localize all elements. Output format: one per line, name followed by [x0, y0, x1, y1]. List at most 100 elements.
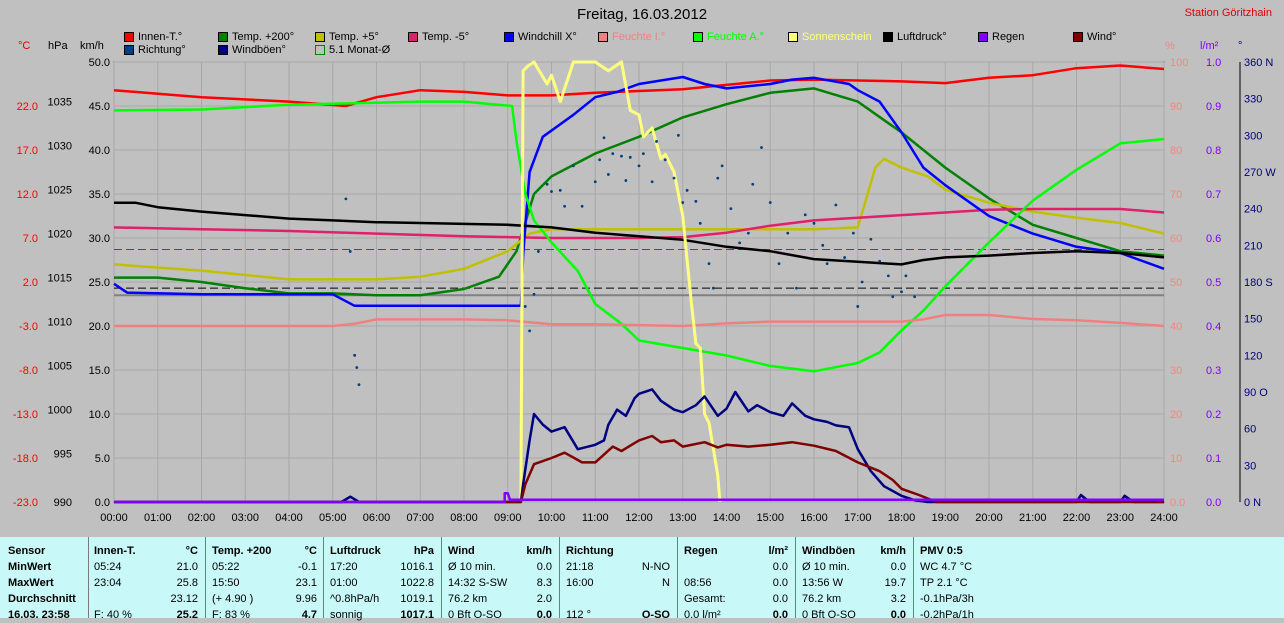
rain-axis-unit: l/m² [1200, 40, 1219, 52]
stats-time: 112 ° [566, 609, 591, 621]
series-richtung-point [886, 274, 890, 278]
direction-tick-label: 360 N [1244, 57, 1273, 69]
humidity-tick-label: 10 [1170, 453, 1182, 465]
humidity-tick-label: 30 [1170, 365, 1182, 377]
stats-divider [795, 537, 796, 618]
series-richtung-point [803, 213, 807, 217]
series-richtung-point [606, 173, 610, 176]
stats-value: N [662, 577, 670, 589]
series-richtung-point [812, 221, 816, 225]
stats-value: WC 4.7 °C [920, 561, 973, 573]
stats-divider [323, 537, 324, 618]
stats-value: 19.7 [884, 577, 906, 589]
wind-tick-label: 50.0 [89, 57, 110, 69]
stats-value: 8.3 [536, 577, 552, 589]
x-tick-label: 07:00 [406, 512, 434, 524]
stats-value: -0.1 [298, 561, 317, 573]
stats-value: 9.96 [295, 593, 317, 605]
series-richtung-point [707, 262, 711, 266]
stats-value: 1017.1 [400, 609, 434, 621]
legend-swatch [315, 32, 325, 42]
x-tick-label: 02:00 [188, 512, 216, 524]
stats-time: Gesamt: [684, 593, 726, 605]
stats-time: 0.0 l/m² [684, 609, 721, 621]
series-richtung-point [746, 231, 750, 235]
humidity-tick-label: 0.0 [1170, 497, 1185, 509]
wind-tick-label: 45.0 [89, 101, 110, 113]
stats-time: 0 Bft O-SO [448, 609, 502, 621]
stats-time: 17:20 [330, 561, 358, 573]
stats-value: 0.0 [772, 577, 788, 589]
series-richtung-point [650, 180, 654, 184]
series-richtung-point [663, 158, 667, 162]
legend-windchill: Windchill X° [504, 31, 577, 43]
x-tick-label: 22:00 [1063, 512, 1091, 524]
series-richtung-point [711, 286, 715, 290]
series-richtung-point [624, 179, 628, 182]
stats-value: 25.8 [176, 577, 198, 589]
series-richtung-point [900, 290, 903, 294]
direction-tick-label: 210 [1244, 240, 1262, 252]
x-tick-label: 10:00 [538, 512, 566, 524]
stats-time: (+ 4.90 ) [212, 593, 254, 605]
series-richtung-point [760, 146, 763, 149]
pressure-tick-label: 1015 [48, 273, 72, 285]
stats-time: 15:50 [212, 577, 240, 589]
series-richtung-point [777, 262, 781, 266]
stats-time: 14:32 S-SW [448, 577, 508, 589]
stats-header: Windböen [802, 545, 856, 557]
pressure-tick-label: 1020 [48, 229, 72, 241]
stats-header: Sensor [8, 545, 46, 557]
stats-value: 23.1 [295, 577, 317, 589]
legend-swatch [883, 32, 893, 42]
stats-divider [441, 537, 442, 618]
direction-tick-label: 0 N [1244, 497, 1261, 509]
legend-swatch [598, 32, 608, 42]
humidity-tick-label: 70 [1170, 189, 1182, 201]
series-richtung-point [357, 383, 361, 387]
legend-temp-minus5: Temp. -5° [408, 31, 469, 43]
chart-title: Freitag, 16.03.2012 [576, 6, 708, 23]
humidity-tick-label: 40 [1170, 321, 1182, 333]
stats-regen-col: Regen l/m² 0.0 08:56 0.0 Gesamt: 0.0 0.0 l/… [684, 543, 788, 623]
legend-windboeen: Windböen° [218, 44, 286, 56]
rain-tick-label: 1.0 [1206, 57, 1221, 69]
stats-value: 0.0 [536, 561, 552, 573]
series-richtung-point [550, 190, 553, 193]
pressure-tick-label: 1035 [48, 97, 72, 109]
stats-time: 76.2 km [448, 593, 488, 605]
stats-unit: km/h [880, 545, 906, 557]
stats-value: -0.2hPa/1h [920, 609, 974, 621]
x-tick-label: 06:00 [363, 512, 391, 524]
x-tick-label: 19:00 [931, 512, 959, 524]
pressure-tick-label: 995 [54, 449, 72, 461]
rain-tick-label: 0.2 [1206, 409, 1221, 421]
stats-label: Durchschnitt [8, 593, 76, 605]
legend-swatch [124, 45, 134, 55]
stats-value: 21.0 [176, 561, 198, 573]
stats-unit: hPa [413, 545, 434, 557]
humidity-tick-label: 20 [1170, 409, 1182, 421]
legend-temp-5: Temp. +5° [315, 31, 379, 43]
direction-tick-label: 120 [1244, 350, 1262, 362]
series-richtung-point [904, 274, 908, 278]
direction-tick-label: 300 [1244, 130, 1262, 142]
series-richtung-point [834, 203, 838, 207]
stats-time: 16:00 [566, 577, 594, 589]
stats-value: 1022.8 [400, 577, 434, 589]
stats-header: Wind [448, 545, 475, 557]
humidity-tick-label: 80 [1170, 145, 1182, 157]
x-tick-label: 03:00 [231, 512, 259, 524]
direction-tick-label: 330 [1244, 94, 1262, 106]
series-richtung-point [532, 292, 536, 296]
stats-time: sonnig [330, 609, 363, 621]
stats-value: N-NO [641, 561, 670, 573]
stats-value: 4.7 [301, 609, 317, 621]
legend-feuchte-aussen: Feuchte A.° [693, 31, 764, 43]
pressure-tick-label: 1010 [48, 317, 72, 329]
temp-tick-label: -3.0 [19, 321, 38, 333]
wind-tick-label: 25.0 [89, 277, 110, 289]
pressure-tick-label: 1005 [48, 361, 72, 373]
rain-tick-label: 0.3 [1206, 365, 1221, 377]
wind-tick-label: 30.0 [89, 233, 110, 245]
